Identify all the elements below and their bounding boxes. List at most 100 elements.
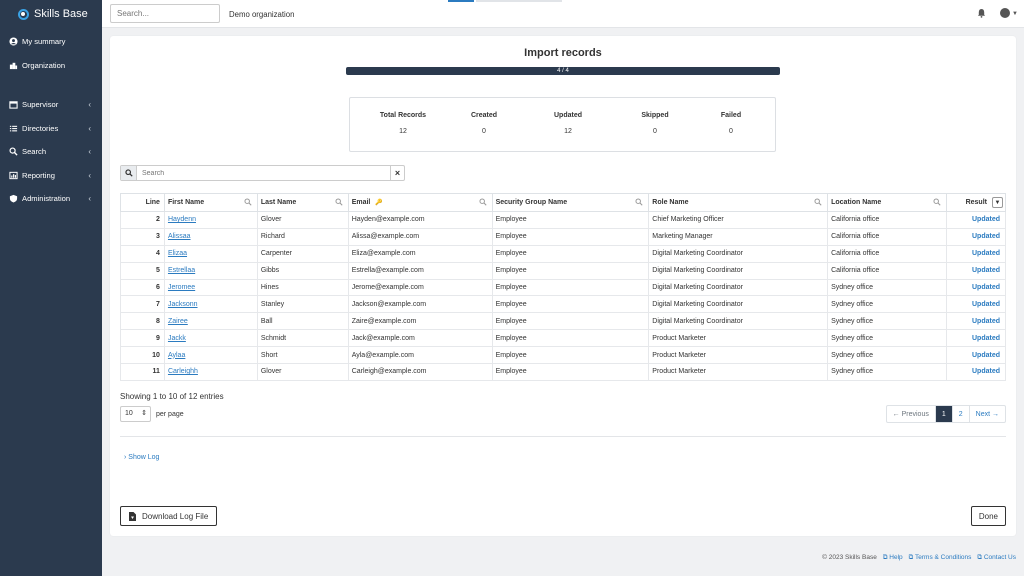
table-cell: Digital Marketing Coordinator	[648, 295, 828, 314]
stat-label: Skipped	[641, 112, 669, 119]
show-log-link[interactable]: › Show Log	[124, 454, 159, 461]
user-avatar-icon[interactable]	[1000, 8, 1010, 18]
table-cell: Employee	[491, 279, 649, 297]
pagination-next[interactable]: Next →	[968, 406, 1005, 422]
contact-link[interactable]: ⧉ Contact Us	[977, 554, 1016, 562]
column-header[interactable]: Line	[120, 193, 165, 212]
table-cell: Updated	[945, 295, 1007, 314]
sidebar-item-search[interactable]: Search ‹	[0, 140, 102, 164]
user-circle-icon	[9, 37, 18, 46]
column-header[interactable]: Location Name	[827, 193, 947, 212]
table-row: 11 Carleighh Glover Carleigh@example.com Emp…	[120, 363, 1007, 381]
stat-label: Total Records	[379, 112, 427, 119]
bell-icon[interactable]	[977, 8, 986, 18]
terms-label: Terms & Conditions	[915, 554, 972, 561]
first-name-link[interactable]: Alissaa	[163, 228, 258, 246]
column-search-icon[interactable]	[335, 198, 343, 206]
pagination-previous[interactable]: ← Previous	[887, 406, 935, 422]
filter-icon[interactable]: ▼	[992, 197, 1003, 208]
chart-icon	[9, 171, 18, 179]
sidebar-item-administration[interactable]: Administration ‹	[0, 187, 102, 211]
table-cell: Sydney office	[827, 295, 947, 314]
table-cell: Sydney office	[827, 363, 947, 381]
column-search-icon[interactable]	[479, 198, 487, 206]
search-icon	[9, 147, 18, 156]
first-name-link[interactable]: Zairee	[163, 312, 258, 331]
column-header[interactable]: Email 🔑	[347, 193, 493, 212]
file-download-icon	[129, 511, 136, 521]
table-cell: Updated	[945, 262, 1007, 280]
column-header[interactable]: Role Name	[648, 193, 828, 212]
terms-link[interactable]: ⧉ Terms & Conditions	[909, 554, 972, 562]
sidebar-item-reporting[interactable]: Reporting ‹	[0, 164, 102, 188]
chevron-left-icon: ‹	[88, 100, 91, 109]
table-cell: 5	[120, 262, 165, 280]
table-search: ×	[120, 165, 405, 181]
download-log-button[interactable]: Download Log File	[120, 506, 218, 526]
sidebar-item-supervisor[interactable]: Supervisor ‹	[0, 93, 102, 117]
per-page-select[interactable]: 10	[120, 406, 151, 422]
building-icon	[9, 62, 18, 69]
sidebar-item-label: Supervisor	[22, 100, 59, 110]
column-search-icon[interactable]	[814, 198, 822, 206]
clear-search-icon[interactable]: ×	[390, 166, 404, 180]
first-name-link[interactable]: Jacksonn	[163, 295, 258, 314]
first-name-link[interactable]: Jeromee	[163, 279, 258, 297]
table-cell: Zaire@example.com	[347, 312, 493, 331]
topbar: Demo organization ▼	[102, 0, 1024, 28]
table-search-input[interactable]	[137, 166, 390, 180]
column-header-label: Security Group Name	[495, 199, 568, 206]
table-cell: Ball	[256, 312, 349, 331]
table-row: 4 Elizaa Carpenter Eliza@example.com Employe…	[120, 245, 1007, 263]
global-search-input[interactable]	[110, 4, 220, 23]
chevron-left-icon: ‹	[88, 170, 91, 180]
table-cell: Digital Marketing Coordinator	[648, 279, 828, 297]
table-cell: Updated	[945, 211, 1007, 229]
import-summary: Total Records 12 Created 0 Updated 12 Sk…	[349, 97, 776, 152]
table-cell: 8	[120, 312, 165, 331]
pagination: ← Previous 1 2 Next →	[885, 405, 1006, 423]
import-card: Import records 4 / 4 Total Records 12 Cr…	[110, 36, 1016, 536]
table-cell: Sydney office	[827, 312, 947, 331]
sidebar-item-organization[interactable]: Organization	[0, 54, 102, 78]
column-search-icon[interactable]	[933, 198, 941, 206]
column-search-icon[interactable]	[244, 198, 252, 206]
per-page-label: per page	[156, 410, 184, 418]
table-cell: Updated	[945, 329, 1007, 348]
caret-down-icon[interactable]: ▼	[1012, 11, 1018, 17]
table-row: 7 Jacksonn Stanley Jackson@example.com Emplo…	[120, 295, 1007, 314]
brand-name: Skills Base	[34, 8, 88, 20]
stat-created: Created 0	[444, 112, 524, 135]
table-cell: Glover	[256, 211, 349, 229]
first-name-link[interactable]: Estrellaa	[163, 262, 258, 280]
clipboard-icon	[9, 101, 18, 109]
column-header[interactable]: Security Group Name	[491, 193, 649, 212]
table-cell: Chief Marketing Officer	[648, 211, 828, 229]
first-name-link[interactable]: Elizaa	[163, 245, 258, 263]
help-link[interactable]: ⧉ Help	[883, 554, 903, 562]
external-link-icon: ⧉	[882, 554, 888, 561]
column-header[interactable]: Last Name	[256, 193, 349, 212]
first-name-link[interactable]: Carleighh	[163, 363, 258, 381]
stat-value: 0	[482, 128, 486, 135]
first-name-link[interactable]: Aylaa	[163, 346, 258, 365]
column-header[interactable]: Result ▼	[945, 193, 1007, 212]
first-name-link[interactable]: Jackk	[163, 329, 258, 348]
sidebar-item-directories[interactable]: Directories ‹	[0, 117, 102, 141]
column-search-icon[interactable]	[635, 198, 643, 206]
brand[interactable]: Skills Base	[0, 0, 102, 28]
first-name-link[interactable]: Haydenn	[163, 211, 258, 229]
pagination-page-1[interactable]: 1	[934, 406, 952, 422]
done-button[interactable]: Done	[970, 506, 1006, 526]
sidebar-item-my-summary[interactable]: My summary	[0, 30, 102, 54]
table-header-row: Line First Name Last Name Email 🔑 Security Gr…	[120, 193, 1007, 212]
search-icon	[121, 166, 137, 180]
table-row: 6 Jeromee Hines Jerome@example.com Employee D…	[120, 279, 1007, 297]
table-cell: Glover	[256, 363, 349, 381]
table-cell: Sydney office	[827, 329, 947, 348]
organization-name[interactable]: Demo organization	[229, 10, 294, 19]
column-header[interactable]: First Name	[163, 193, 258, 212]
divider	[120, 436, 1006, 437]
pagination-page-2[interactable]: 2	[951, 406, 969, 422]
show-log-label: Show Log	[128, 454, 160, 461]
